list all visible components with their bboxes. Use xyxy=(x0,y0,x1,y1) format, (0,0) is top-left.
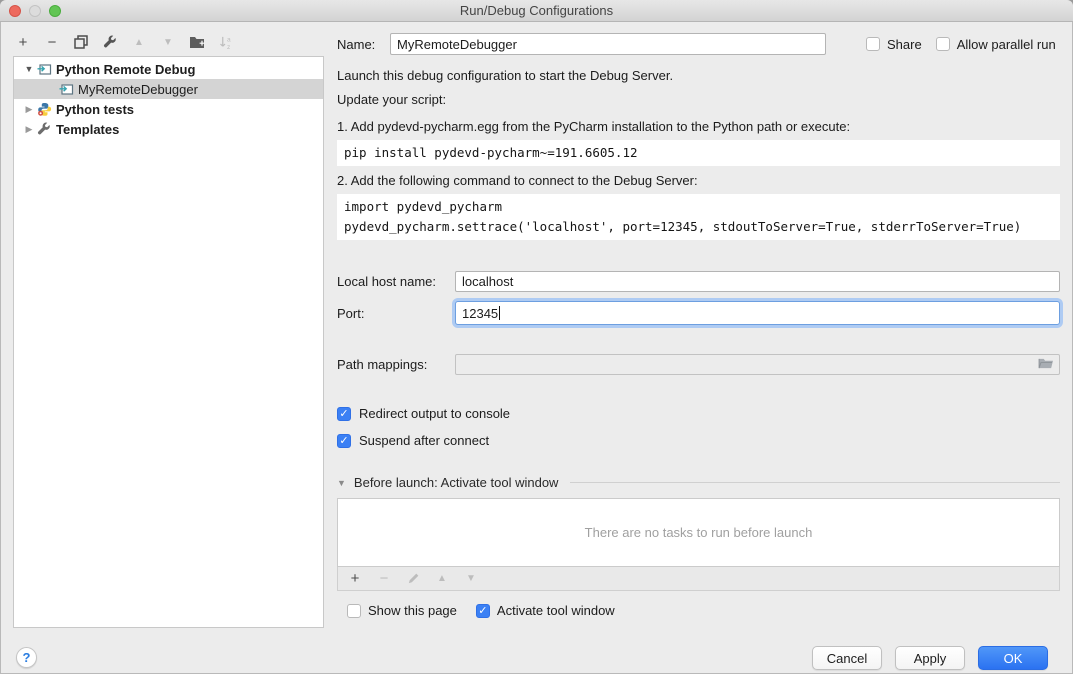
tree-item-python-remote-debug[interactable]: ▼ Python Remote Debug xyxy=(14,59,323,79)
before-launch-title: Before launch: Activate tool window xyxy=(354,475,559,490)
help-button[interactable]: ? xyxy=(16,647,37,668)
port-input[interactable]: 12345 xyxy=(455,301,1060,325)
text-caret xyxy=(499,306,500,320)
step2-text: 2. Add the following command to connect … xyxy=(337,173,1060,188)
tree-item-label: MyRemoteDebugger xyxy=(78,82,198,97)
suspend-after-connect-checkbox[interactable]: ✓ xyxy=(337,434,351,448)
pip-install-code: pip install pydevd-pycharm~=191.6605.12 xyxy=(337,140,1060,166)
remote-debug-icon xyxy=(59,82,74,97)
chevron-down-icon[interactable]: ▼ xyxy=(23,64,35,74)
update-script-text: Update your script: xyxy=(337,92,1060,107)
move-up-icon[interactable]: ▲ xyxy=(130,33,148,51)
browse-folder-icon[interactable] xyxy=(1038,357,1055,373)
activate-tool-window-checkbox[interactable]: ✓ xyxy=(476,604,490,618)
templates-wrench-icon xyxy=(37,122,52,137)
redirect-output-row[interactable]: ✓ Redirect output to console xyxy=(337,406,1060,421)
share-label: Share xyxy=(887,37,922,52)
redirect-output-label: Redirect output to console xyxy=(359,406,510,421)
redirect-output-checkbox[interactable]: ✓ xyxy=(337,407,351,421)
python-tests-icon xyxy=(37,102,52,117)
create-folder-icon[interactable] xyxy=(188,33,206,51)
sort-configurations-icon[interactable]: az xyxy=(217,33,235,51)
remove-configuration-icon[interactable]: − xyxy=(43,33,61,51)
window-title: Run/Debug Configurations xyxy=(0,0,1073,22)
show-this-page-checkbox[interactable] xyxy=(347,604,361,618)
run-debug-configurations-dialog: Run/Debug Configurations + − ▲ ▼ az ▼ Py… xyxy=(0,0,1073,674)
configurations-tree: ▼ Python Remote Debug MyRemoteDebugger ▶ xyxy=(13,56,324,628)
move-task-up-icon[interactable]: ▲ xyxy=(433,570,451,588)
show-this-page-label: Show this page xyxy=(368,603,457,618)
suspend-after-connect-row[interactable]: ✓ Suspend after connect xyxy=(337,433,1060,448)
tree-item-python-tests[interactable]: ▶ Python tests xyxy=(14,99,323,119)
remote-debug-icon xyxy=(37,62,52,77)
tree-item-label: Templates xyxy=(56,122,119,137)
configurations-toolbar: + − ▲ ▼ az xyxy=(14,30,235,54)
svg-text:a: a xyxy=(226,36,230,43)
before-launch-header[interactable]: ▼ Before launch: Activate tool window xyxy=(337,475,1060,490)
path-mappings-label: Path mappings: xyxy=(337,357,455,372)
activate-tool-window-label: Activate tool window xyxy=(497,603,615,618)
help-icon: ? xyxy=(23,650,31,665)
cancel-button[interactable]: Cancel xyxy=(812,646,882,670)
title-bar: Run/Debug Configurations xyxy=(0,0,1073,22)
tree-item-label: Python tests xyxy=(56,102,134,117)
chevron-right-icon[interactable]: ▶ xyxy=(23,104,35,115)
local-host-name-label: Local host name: xyxy=(337,274,455,289)
share-checkbox-row[interactable]: Share xyxy=(866,37,922,52)
move-task-down-icon[interactable]: ▼ xyxy=(462,570,480,588)
settrace-code: import pydevd_pycharm pydevd_pycharm.set… xyxy=(337,194,1060,240)
chevron-down-icon[interactable]: ▼ xyxy=(337,478,346,488)
edit-templates-icon[interactable] xyxy=(101,33,119,51)
tree-item-templates[interactable]: ▶ Templates xyxy=(14,119,323,139)
chevron-right-icon[interactable]: ▶ xyxy=(23,124,35,135)
ok-button[interactable]: OK xyxy=(978,646,1048,670)
allow-parallel-run-label: Allow parallel run xyxy=(957,37,1056,52)
show-this-page-row[interactable]: Show this page xyxy=(347,603,457,618)
empty-task-list-text: There are no tasks to run before launch xyxy=(585,525,813,540)
port-label: Port: xyxy=(337,306,455,321)
allow-parallel-run-checkbox[interactable] xyxy=(936,37,950,51)
configuration-editor: Name: Share Allow parallel run Launch th… xyxy=(337,22,1060,618)
task-list-toolbar: + − ▲ ▼ xyxy=(337,567,1060,591)
port-value: 12345 xyxy=(462,306,498,321)
before-launch-task-list: There are no tasks to run before launch xyxy=(337,498,1060,567)
edit-task-icon[interactable] xyxy=(404,570,422,588)
intro-text: Launch this debug configuration to start… xyxy=(337,68,1060,83)
tree-item-label: Python Remote Debug xyxy=(56,62,195,77)
local-host-name-input[interactable] xyxy=(455,271,1060,292)
dialog-footer: ? Cancel Apply OK xyxy=(0,628,1073,674)
move-down-icon[interactable]: ▼ xyxy=(159,33,177,51)
name-label: Name: xyxy=(337,37,390,52)
add-task-icon[interactable]: + xyxy=(346,570,364,588)
apply-button[interactable]: Apply xyxy=(895,646,965,670)
copy-configuration-icon[interactable] xyxy=(72,33,90,51)
path-mappings-input[interactable] xyxy=(455,354,1060,375)
allow-parallel-run-checkbox-row[interactable]: Allow parallel run xyxy=(936,37,1056,52)
svg-text:z: z xyxy=(226,44,229,51)
activate-tool-window-row[interactable]: ✓ Activate tool window xyxy=(476,603,615,618)
add-configuration-icon[interactable]: + xyxy=(14,33,32,51)
share-checkbox[interactable] xyxy=(866,37,880,51)
step1-text: 1. Add pydevd-pycharm.egg from the PyCha… xyxy=(337,119,1060,134)
tree-item-myremotedebugger[interactable]: MyRemoteDebugger xyxy=(14,79,323,99)
name-input[interactable] xyxy=(390,33,826,55)
remove-task-icon[interactable]: − xyxy=(375,570,393,588)
suspend-after-connect-label: Suspend after connect xyxy=(359,433,489,448)
separator-line xyxy=(570,482,1060,483)
